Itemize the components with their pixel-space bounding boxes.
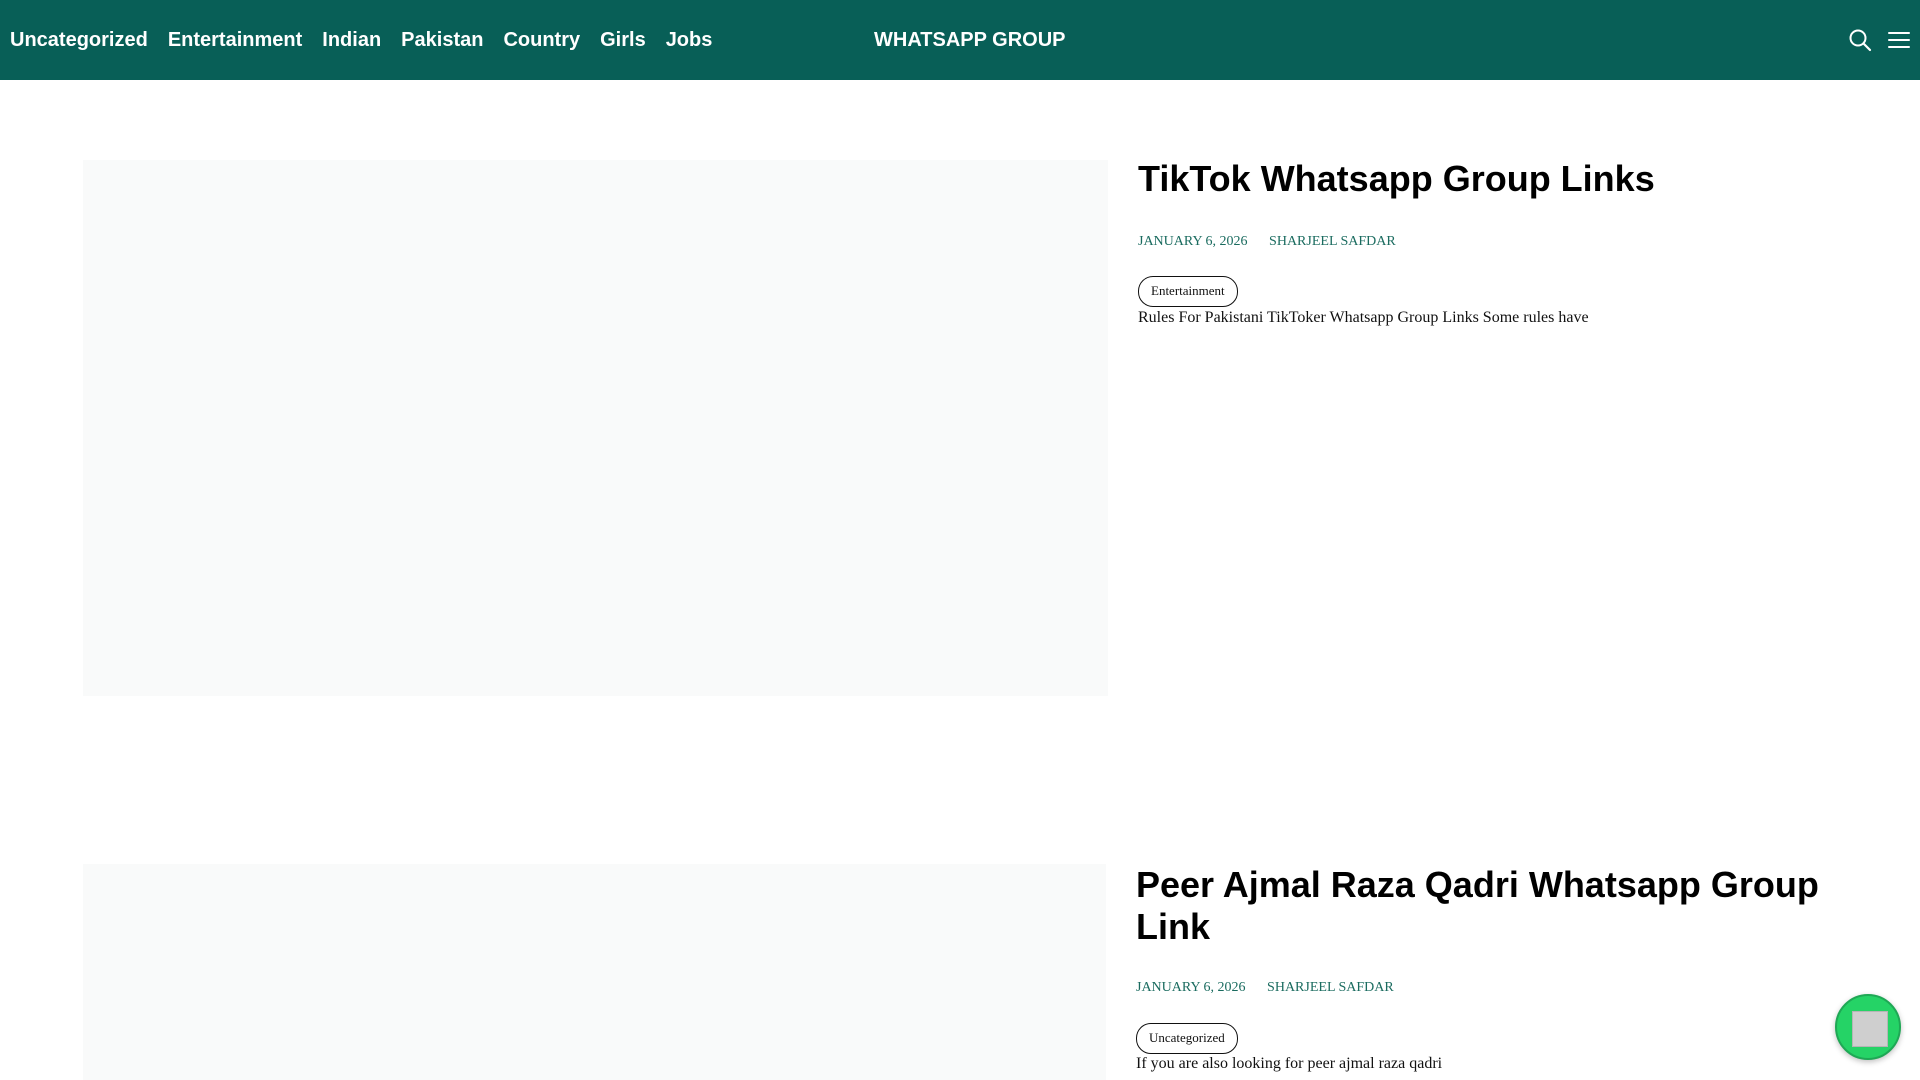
post-excerpt: If you are also looking for peer ajmal r… — [1136, 1055, 1443, 1072]
post-date[interactable]: JANUARY 6, 2026 — [1136, 980, 1246, 995]
post-thumbnail[interactable] — [83, 160, 1108, 696]
post-meta: JANUARY 6, 2026 SHARJEEL SAFDAR — [1136, 980, 1412, 996]
main-nav: Uncategorized Entertainment Indian Pakis… — [10, 0, 732, 80]
category-badge[interactable]: Uncategorized — [1136, 1023, 1238, 1054]
post-thumbnail[interactable] — [83, 864, 1106, 1080]
nav-item-uncategorized[interactable]: Uncategorized — [10, 29, 148, 52]
post-author[interactable]: SHARJEEL SAFDAR — [1267, 980, 1394, 995]
search-icon[interactable] — [1847, 27, 1873, 53]
post-date[interactable]: JANUARY 6, 2026 — [1138, 234, 1248, 249]
nav-item-country[interactable]: Country — [503, 29, 580, 52]
post-meta: JANUARY 6, 2026 SHARJEEL SAFDAR — [1138, 234, 1414, 250]
post-title[interactable]: TikTok Whatsapp Group Links — [1138, 158, 1898, 200]
nav-item-girls[interactable]: Girls — [600, 29, 646, 52]
nav-item-pakistan[interactable]: Pakistan — [401, 29, 483, 52]
nav-item-entertainment[interactable]: Entertainment — [168, 29, 302, 52]
nav-item-indian[interactable]: Indian — [322, 29, 381, 52]
category-badge[interactable]: Entertainment — [1138, 276, 1238, 307]
site-title[interactable]: WHATSAPP GROUP — [874, 0, 1066, 80]
site-header: Uncategorized Entertainment Indian Pakis… — [0, 0, 1920, 80]
post-author[interactable]: SHARJEEL SAFDAR — [1269, 234, 1396, 249]
menu-icon[interactable] — [1886, 27, 1912, 53]
nav-item-jobs[interactable]: Jobs — [666, 29, 713, 52]
post-excerpt: Rules For Pakistani TikToker Whatsapp Gr… — [1138, 309, 1589, 326]
whatsapp-chat-icon — [1852, 1011, 1888, 1047]
whatsapp-chat-button[interactable] — [1835, 994, 1901, 1060]
post-title[interactable]: Peer Ajmal Raza Qadri Whatsapp Group Lin… — [1136, 864, 1896, 948]
